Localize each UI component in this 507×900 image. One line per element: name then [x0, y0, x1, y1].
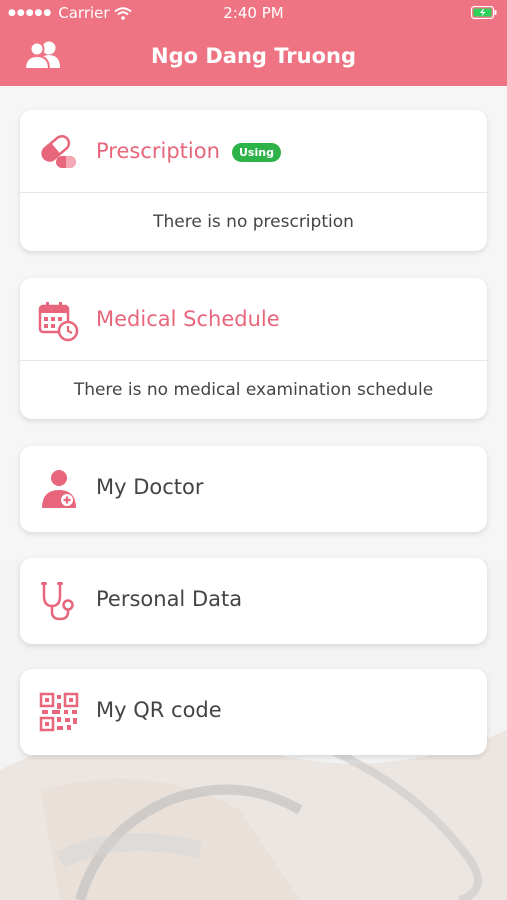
personal-data-card[interactable]: Personal Data — [20, 558, 487, 644]
battery-icon — [471, 6, 497, 19]
prescription-card-header[interactable]: Prescription Using — [20, 110, 487, 192]
my-doctor-card[interactable]: My Doctor — [20, 446, 487, 532]
medical-schedule-card-header[interactable]: Medical Schedule — [20, 278, 487, 360]
medical-schedule-label: Medical Schedule — [96, 307, 280, 331]
page-title: Ngo Dang Truong — [151, 44, 356, 68]
qr-code-icon — [39, 692, 79, 732]
medical-schedule-empty-text: There is no medical examination schedule — [20, 360, 487, 419]
my-qr-code-label: My QR code — [96, 698, 222, 722]
status-bar: ●●●●● Carrier 2:40 PM — [0, 0, 507, 26]
status-badge: Using — [232, 143, 281, 162]
prescription-card[interactable]: Prescription Using There is no prescript… — [20, 110, 487, 251]
prescription-label: Prescription — [96, 139, 220, 163]
status-time: 2:40 PM — [223, 4, 284, 22]
pill-icon — [41, 134, 76, 168]
prescription-empty-text: There is no prescription — [20, 192, 487, 251]
personal-data-label: Personal Data — [96, 587, 243, 611]
app-header: ●●●●● Carrier 2:40 PM Ngo Dang Truong — [0, 0, 507, 86]
medical-schedule-card[interactable]: Medical Schedule There is no medical exa… — [20, 278, 487, 419]
my-doctor-label: My Doctor — [96, 475, 204, 499]
stethoscope-icon — [41, 582, 74, 621]
my-qr-code-card[interactable]: My QR code — [20, 669, 487, 755]
doctor-icon — [42, 470, 76, 508]
calendar-clock-icon — [38, 302, 79, 342]
